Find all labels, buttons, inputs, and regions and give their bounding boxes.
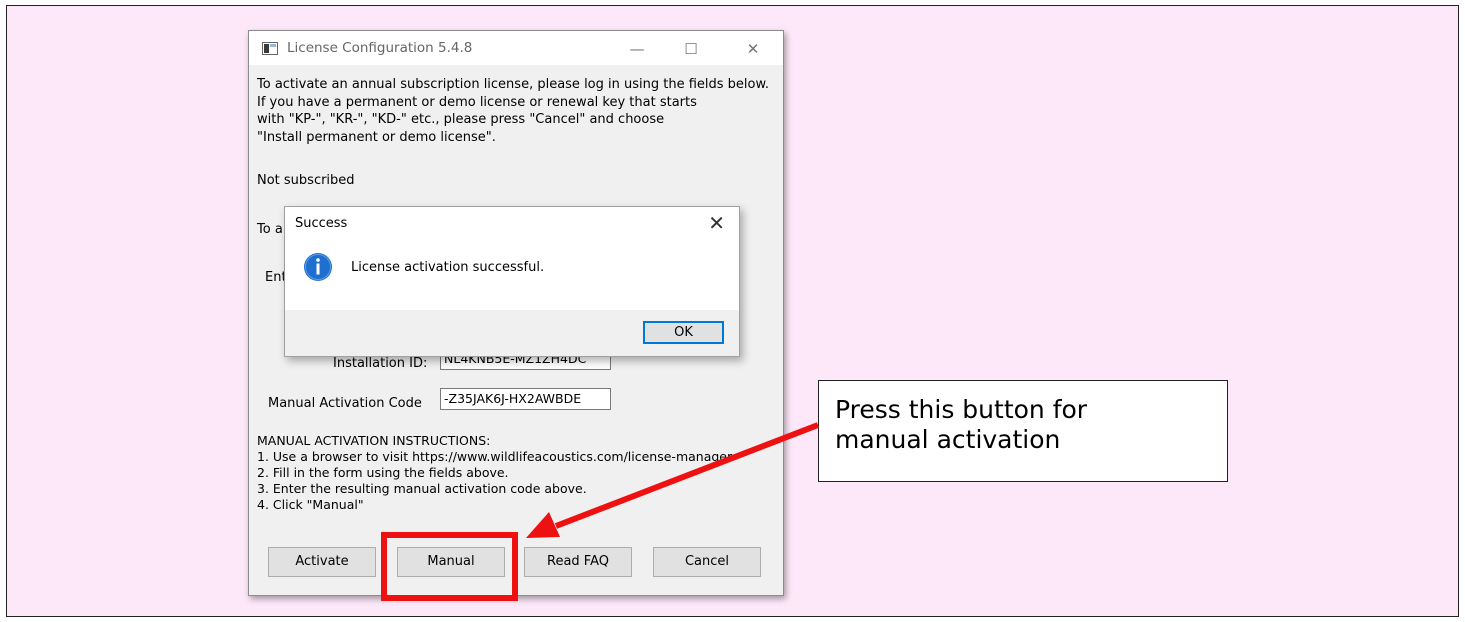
manual-button-highlight bbox=[381, 532, 518, 601]
callout-text: Press this button for manual activation bbox=[835, 395, 1088, 454]
manual-code-label: Manual Activation Code bbox=[268, 396, 422, 411]
dialog-close-icon[interactable]: ✕ bbox=[708, 211, 725, 235]
activate-button[interactable]: Activate bbox=[268, 547, 376, 577]
app-window-icon bbox=[262, 42, 278, 55]
callout-box: Press this button for manual activation bbox=[818, 380, 1228, 482]
dialog-footer: OK bbox=[285, 310, 739, 356]
minimize-icon[interactable]: — bbox=[617, 36, 657, 62]
intro-text: To activate an annual subscription licen… bbox=[257, 77, 770, 145]
dialog-title: Success bbox=[295, 216, 348, 231]
partial-text-activate: To a bbox=[257, 222, 283, 237]
title-bar: License Configuration 5.4.8 — ☐ ✕ bbox=[249, 31, 783, 65]
dialog-message: License activation successful. bbox=[351, 260, 545, 275]
cancel-button[interactable]: Cancel bbox=[653, 547, 761, 577]
info-icon bbox=[304, 253, 332, 281]
maximize-icon[interactable]: ☐ bbox=[671, 36, 711, 62]
manual-activation-instructions: MANUAL ACTIVATION INSTRUCTIONS: 1. Use a… bbox=[257, 433, 733, 512]
success-dialog: Success ✕ License activation successful.… bbox=[284, 206, 740, 357]
manual-activation-code-field[interactable]: -Z35JAK6J-HX2AWBDE bbox=[440, 388, 611, 410]
subscription-status: Not subscribed bbox=[257, 173, 355, 188]
window-title: License Configuration 5.4.8 bbox=[287, 40, 473, 56]
ok-button[interactable]: OK bbox=[643, 321, 724, 344]
installation-id-label: Installation ID: bbox=[333, 356, 428, 371]
read-faq-button[interactable]: Read FAQ bbox=[524, 547, 632, 577]
close-icon[interactable]: ✕ bbox=[733, 36, 773, 62]
